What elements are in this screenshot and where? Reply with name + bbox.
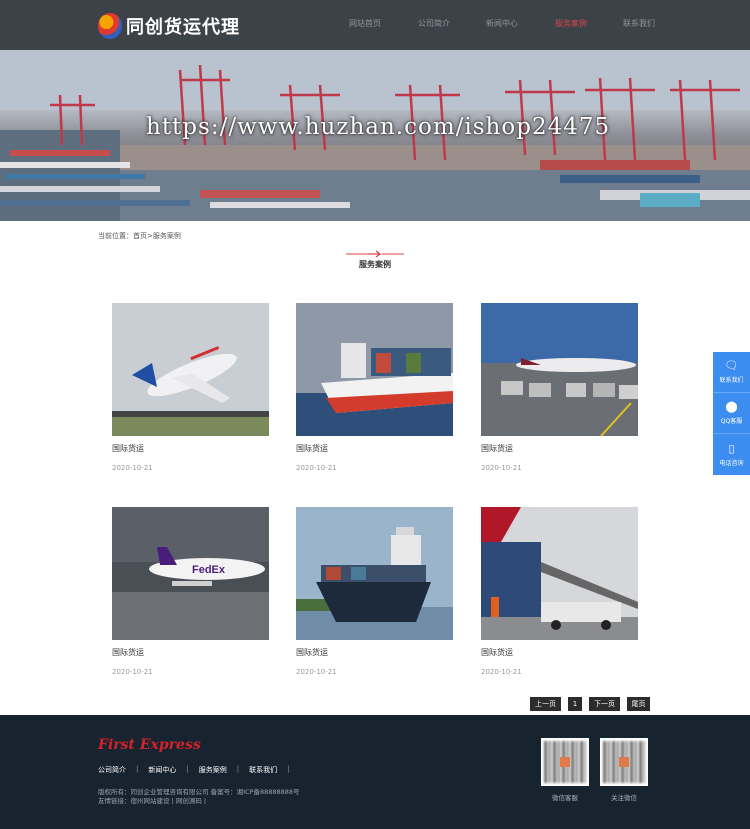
side-item-label: QQ客服 (720, 418, 743, 425)
case-date: 2020-10-21 (112, 668, 153, 676)
nav-item-news[interactable]: 新闻中心 (486, 18, 518, 32)
nav-item-home[interactable]: 网站首页 (349, 18, 381, 32)
side-contact-bar: 🗨 联系我们 ⬤ QQ客服 ▯ 电话咨询 (713, 352, 750, 475)
site-logo[interactable]: 同创货运代理 (98, 12, 240, 40)
case-title[interactable]: 国际货运 (112, 443, 269, 454)
breadcrumb: 当前位置：首页>服务案例 (98, 232, 181, 240)
qq-icon: ⬤ (725, 400, 738, 413)
container-ship-image[interactable] (296, 303, 453, 436)
case-date: 2020-10-21 (296, 668, 337, 676)
footer-link-about[interactable]: 公司简介 (98, 765, 126, 775)
banner-watermark: https://www.huzhan.com/ishop24475 (146, 114, 611, 140)
case-date: 2020-10-21 (112, 464, 153, 472)
side-qq-button[interactable]: ⬤ QQ客服 (713, 393, 750, 434)
footer-brand-logo: First Express (98, 737, 201, 753)
case-title[interactable]: 国际货运 (296, 647, 453, 658)
site-header: 同创货运代理 网站首页 公司简介 新闻中心 服务案例 联系我们 (0, 0, 750, 50)
case-card[interactable]: 国际货运 2020-10-21 (481, 507, 638, 676)
chat-icon: 🗨 (724, 359, 739, 372)
phone-icon: ▯ (728, 441, 735, 455)
footer-link-news[interactable]: 新闻中心 (148, 765, 176, 775)
case-title[interactable]: 国际货运 (481, 443, 638, 454)
case-date: 2020-10-21 (481, 668, 522, 676)
link-separator: | (236, 765, 240, 773)
qr-label: 微信客服 (552, 794, 578, 802)
case-card[interactable]: 国际货运 2020-10-21 (112, 303, 269, 472)
case-title[interactable]: 国际货运 (112, 647, 269, 658)
page-number-button[interactable]: 1 (568, 697, 582, 711)
link-separator: | (287, 765, 290, 773)
wechat-follow-qr-image (600, 738, 648, 786)
case-title[interactable]: 国际货运 (481, 647, 638, 658)
loading-plane-image[interactable] (481, 507, 638, 640)
logo-mark-icon (98, 13, 122, 39)
fedex-plane-image[interactable]: FedEx (112, 507, 269, 640)
title-divider-icon (346, 250, 404, 258)
ship-front-image[interactable] (296, 507, 453, 640)
airport-cargo-image[interactable] (481, 303, 638, 436)
qr-label: 关注微信 (611, 794, 637, 802)
footer-link-cases[interactable]: 服务案例 (199, 765, 227, 775)
cargo-plane-image[interactable] (112, 303, 269, 436)
port-banner-image: https://www.huzhan.com/ishop24475 (0, 50, 750, 221)
case-card[interactable]: FedEx 国际货运 2020-10-21 (112, 507, 269, 676)
footer-copyright-block: 版权所有：同创企业管理咨询有限公司 备案号：湘ICP备88888888号 友情链… (98, 788, 300, 806)
copyright-text: 版权所有：同创企业管理咨询有限公司 备案号：湘ICP备88888888号 (98, 788, 300, 796)
case-card[interactable]: 国际货运 2020-10-21 (296, 507, 453, 676)
side-contact-button[interactable]: 🗨 联系我们 (713, 352, 750, 393)
side-item-label: 电话咨询 (719, 459, 744, 467)
site-footer: First Express 公司简介 | 新闻中心 | 服务案例 | 联系我们 … (0, 715, 750, 829)
nav-item-about[interactable]: 公司简介 (418, 18, 450, 32)
wechat-service-qr-image (541, 738, 589, 786)
section-title: 服务案例 (359, 260, 391, 269)
svg-text:FedEx: FedEx (192, 564, 226, 576)
nav-item-cases[interactable]: 服务案例 (555, 18, 587, 32)
prev-page-button[interactable]: 上一页 (530, 697, 561, 711)
last-page-button[interactable]: 尾页 (627, 697, 650, 711)
friend-links-text[interactable]: 友情链接：宿州网站建设 | 网创源码 | (98, 797, 300, 806)
logo-text: 同创货运代理 (126, 17, 240, 38)
case-date: 2020-10-21 (296, 464, 337, 472)
side-phone-button[interactable]: ▯ 电话咨询 (713, 434, 750, 475)
footer-link-contact[interactable]: 联系我们 (249, 765, 277, 775)
nav-item-contact[interactable]: 联系我们 (623, 18, 655, 32)
link-separator: | (186, 765, 189, 773)
side-item-label: 联系我们 (719, 377, 744, 384)
case-card[interactable]: 国际货运 2020-10-21 (296, 303, 453, 472)
next-page-button[interactable]: 下一页 (589, 697, 620, 711)
case-card[interactable]: 国际货运 2020-10-21 (481, 303, 638, 472)
footer-links: 公司简介 | 新闻中心 | 服务案例 | 联系我们 | (98, 765, 299, 775)
case-date: 2020-10-21 (481, 464, 522, 472)
link-separator: | (136, 765, 139, 773)
case-title[interactable]: 国际货运 (296, 443, 453, 454)
